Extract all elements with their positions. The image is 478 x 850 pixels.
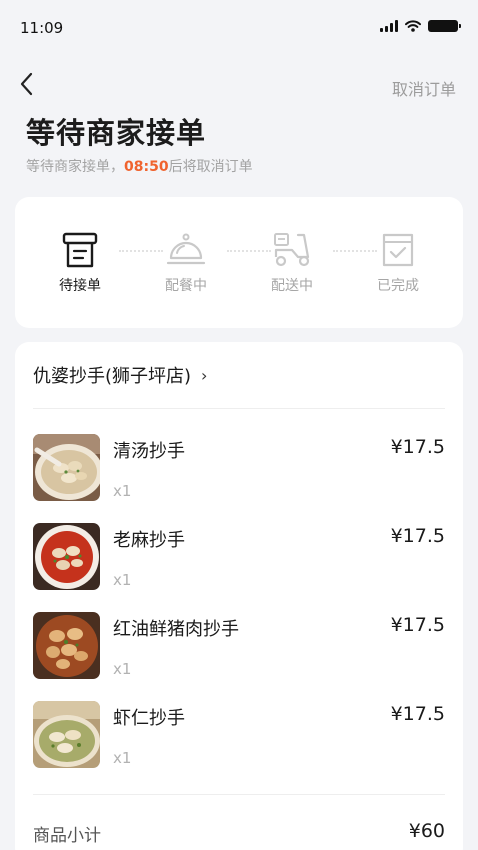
- dish-thumbnail: [33, 612, 100, 679]
- shop-name: 仇婆抄手(狮子坪店): [33, 366, 192, 387]
- countdown-timer: 08:50: [124, 159, 169, 175]
- step-delivering: 配送中: [252, 231, 332, 295]
- page-title: 等待商家接单: [26, 116, 207, 150]
- status-time: 11:09: [20, 19, 64, 37]
- item-name: 老麻抄手: [113, 530, 185, 551]
- step-label: 已完成: [377, 278, 419, 294]
- subtitle-suffix: 后将取消订单: [168, 159, 253, 175]
- delivery-scooter-icon: [274, 233, 310, 267]
- step-label: 配餐中: [165, 278, 207, 294]
- dish-thumbnail: [33, 434, 100, 501]
- step-pending: 待接单: [40, 231, 120, 295]
- shop-link[interactable]: 仇婆抄手(狮子坪店) ›: [33, 362, 207, 388]
- pending-order-icon: [62, 232, 98, 268]
- item-name: 虾仁抄手: [113, 708, 185, 729]
- item-quantity: x1: [113, 571, 132, 589]
- subtotal-value: ¥60: [408, 820, 445, 842]
- back-button[interactable]: [16, 68, 44, 102]
- item-quantity: x1: [113, 660, 132, 678]
- status-icons: [380, 20, 461, 32]
- order-item[interactable]: 老麻抄手 x1 ¥17.5: [33, 523, 445, 593]
- status-bar: 11:09: [0, 0, 478, 56]
- item-name: 红油鲜猪肉抄手: [113, 619, 239, 640]
- completed-bag-icon: [382, 233, 414, 267]
- step-preparing: 配餐中: [146, 231, 226, 295]
- order-item[interactable]: 虾仁抄手 x1 ¥17.5: [33, 701, 445, 771]
- item-price: ¥17.5: [390, 703, 445, 725]
- step-label: 待接单: [59, 278, 101, 294]
- item-quantity: x1: [113, 482, 132, 500]
- item-price: ¥17.5: [390, 436, 445, 458]
- dish-thumbnail: [33, 701, 100, 768]
- subtotal-label: 商品小计: [33, 826, 101, 846]
- food-cloche-icon: [166, 233, 206, 265]
- dish-thumbnail: [33, 523, 100, 590]
- step-completed: 已完成: [358, 231, 438, 295]
- chevron-left-icon: [20, 72, 33, 96]
- divider: [33, 408, 445, 409]
- item-price: ¥17.5: [390, 614, 445, 636]
- wifi-icon: [405, 20, 421, 32]
- chevron-right-icon: ›: [201, 365, 208, 385]
- battery-icon: [428, 20, 461, 32]
- order-item[interactable]: 红油鲜猪肉抄手 x1 ¥17.5: [33, 612, 445, 682]
- item-price: ¥17.5: [390, 525, 445, 547]
- subtitle-prefix: 等待商家接单，: [26, 159, 124, 175]
- divider: [33, 794, 445, 795]
- order-item[interactable]: 清汤抄手 x1 ¥17.5: [33, 434, 445, 504]
- waiting-subtitle: 等待商家接单，08:50后将取消订单: [26, 156, 253, 176]
- cancel-order-button[interactable]: 取消订单: [392, 76, 456, 100]
- item-name: 清汤抄手: [113, 441, 185, 462]
- order-detail-card: 仇婆抄手(狮子坪店) › 清汤抄手 x1 ¥17.5 老麻抄手 x1 ¥17.5…: [15, 342, 463, 850]
- step-label: 配送中: [271, 278, 313, 294]
- item-quantity: x1: [113, 749, 132, 767]
- signal-icon: [380, 20, 398, 32]
- order-status-card: 待接单 配餐中 配送中 已完成: [15, 197, 463, 328]
